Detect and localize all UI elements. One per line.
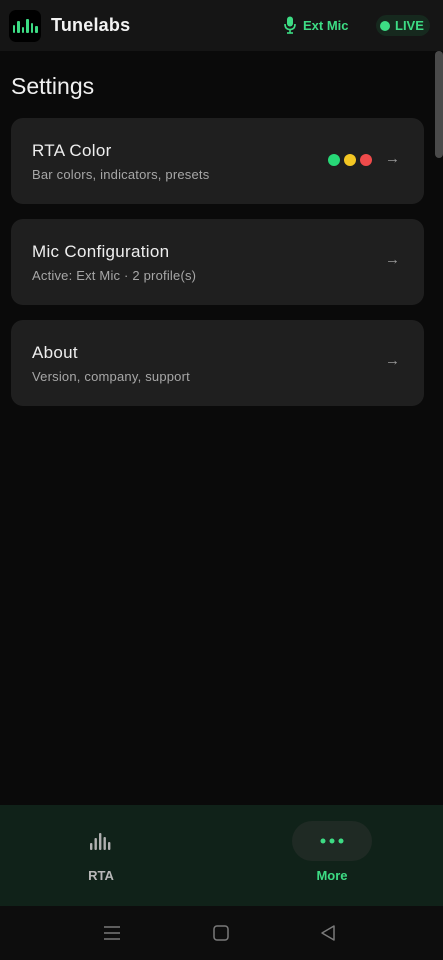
settings-item-title: About <box>32 343 78 362</box>
settings-item-rta-color[interactable]: RTA Color Bar colors, indicators, preset… <box>11 118 424 204</box>
app-screen: Tunelabs Ext Mic LIVE Settings RTA Color… <box>0 0 443 960</box>
color-swatches <box>328 154 372 166</box>
menu-icon <box>104 926 120 940</box>
system-back-button[interactable] <box>298 906 358 960</box>
settings-item-subtitle: Active: Ext Mic · 2 profile(s) <box>32 268 197 283</box>
nav-tab-label: RTA <box>88 868 114 883</box>
color-swatch-yellow <box>344 154 356 166</box>
arrow-right-icon: → <box>385 251 400 268</box>
system-home-button[interactable] <box>191 906 251 960</box>
app-header: Tunelabs Ext Mic LIVE <box>0 0 443 51</box>
nav-tab-label: More <box>316 868 348 883</box>
page-title: Settings <box>11 73 95 99</box>
color-swatch-red <box>360 154 372 166</box>
system-menu-button[interactable] <box>82 906 142 960</box>
nav-icon-container <box>61 821 141 861</box>
settings-item-about[interactable]: About Version, company, support → <box>11 320 424 406</box>
mic-status-label: Ext Mic <box>303 17 349 33</box>
microphone-icon <box>284 16 296 34</box>
settings-item-title: RTA Color <box>32 141 112 160</box>
settings-item-subtitle: Bar colors, indicators, presets <box>32 167 210 182</box>
app-logo-icon <box>9 10 41 42</box>
rta-bars-icon <box>90 833 111 850</box>
settings-item-mic-configuration[interactable]: Mic Configuration Active: Ext Mic · 2 pr… <box>11 219 424 305</box>
more-dots-icon <box>320 838 344 844</box>
home-icon <box>213 925 229 941</box>
nav-tab-more[interactable]: More <box>277 805 387 906</box>
live-dot-icon <box>380 20 390 31</box>
arrow-right-icon: → <box>385 352 400 369</box>
live-label: LIVE <box>395 18 424 33</box>
arrow-right-icon: → <box>385 150 400 167</box>
settings-item-subtitle: Version, company, support <box>32 369 190 384</box>
mic-status-button[interactable]: Ext Mic <box>284 16 349 34</box>
scrollbar[interactable] <box>435 51 443 158</box>
live-badge: LIVE <box>376 15 430 36</box>
bottom-nav: RTA More <box>0 805 443 906</box>
system-nav-bar <box>0 906 443 960</box>
color-swatch-green <box>328 154 340 166</box>
nav-tab-rta[interactable]: RTA <box>46 805 156 906</box>
back-icon <box>321 925 335 941</box>
settings-item-title: Mic Configuration <box>32 242 170 261</box>
nav-icon-container-active <box>292 821 372 861</box>
app-title: Tunelabs <box>51 15 131 35</box>
